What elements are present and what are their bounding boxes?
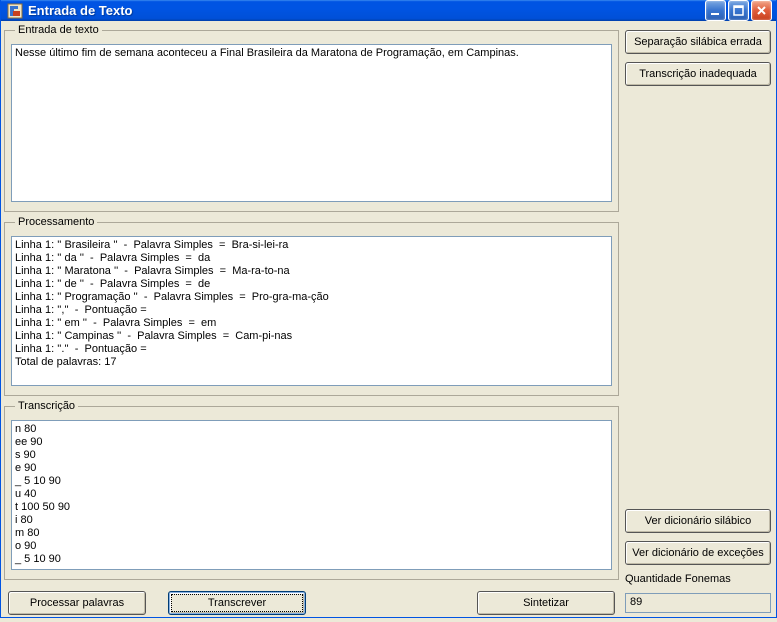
separacao-errada-button[interactable]: Separação silábica errada (625, 30, 771, 54)
quantidade-label: Quantidade Fonemas (625, 573, 771, 585)
entrada-legend: Entrada de texto (15, 24, 102, 36)
processamento-group: Processamento (4, 216, 619, 396)
right-spacer (625, 94, 771, 501)
transcrever-button[interactable]: Transcrever (168, 591, 306, 615)
ver-dicionario-silabico-button[interactable]: Ver dicionário silábico (625, 509, 771, 533)
transcricao-textarea[interactable] (11, 420, 612, 570)
window-buttons (705, 0, 772, 21)
window-title: Entrada de Texto (28, 3, 705, 18)
processamento-textarea[interactable] (11, 236, 612, 386)
left-column: Entrada de texto Processamento Transcriç… (4, 24, 619, 619)
transcricao-group: Transcrição (4, 400, 619, 580)
entrada-textarea[interactable] (11, 44, 612, 202)
app-window: Entrada de Texto Entrada de texto Proces… (0, 0, 777, 618)
transcricao-legend: Transcrição (15, 400, 78, 412)
titlebar: Entrada de Texto (1, 0, 776, 21)
processar-button[interactable]: Processar palavras (8, 591, 146, 615)
quantidade-field: 89 (625, 593, 771, 613)
bottom-button-row: Processar palavras Transcrever Sintetiza… (4, 584, 619, 619)
right-column: Separação silábica errada Transcrição in… (623, 24, 773, 619)
app-icon (7, 3, 23, 19)
client-area: Entrada de texto Processamento Transcriç… (1, 21, 776, 622)
entrada-group: Entrada de texto (4, 24, 619, 212)
processamento-legend: Processamento (15, 216, 97, 228)
ver-dicionario-excecoes-button[interactable]: Ver dicionário de exceções (625, 541, 771, 565)
sintetizar-button[interactable]: Sintetizar (477, 591, 615, 615)
close-button[interactable] (751, 0, 772, 21)
minimize-button[interactable] (705, 0, 726, 21)
transcricao-inadequada-button[interactable]: Transcrição inadequada (625, 62, 771, 86)
maximize-button[interactable] (728, 0, 749, 21)
